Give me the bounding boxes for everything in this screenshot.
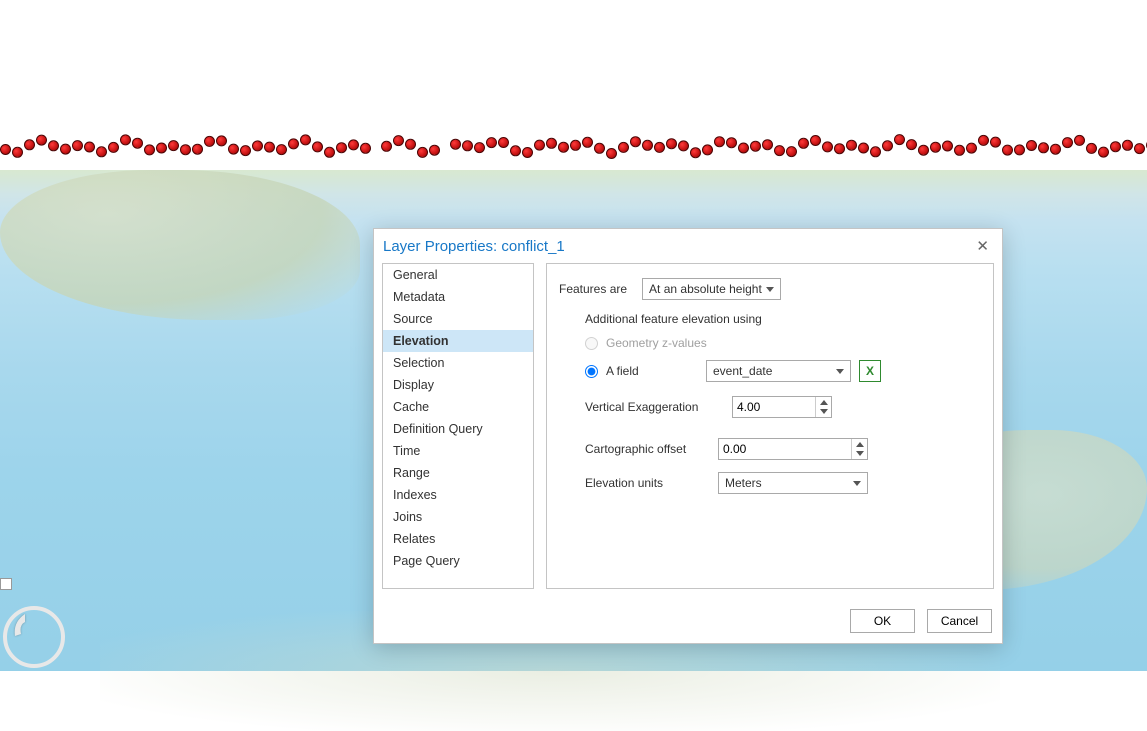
map-landmass xyxy=(0,170,360,320)
field-dropdown[interactable]: event_date xyxy=(706,360,851,382)
sidebar-item-source[interactable]: Source xyxy=(383,308,533,330)
geometry-z-values-radio xyxy=(585,337,598,350)
cartographic-offset-label: Cartographic offset xyxy=(585,442,703,456)
sidebar-item-indexes[interactable]: Indexes xyxy=(383,484,533,506)
features-are-dropdown[interactable]: At an absolute height xyxy=(642,278,781,300)
category-list[interactable]: GeneralMetadataSourceElevationSelectionD… xyxy=(382,263,534,589)
cartographic-offset-spinner[interactable] xyxy=(718,438,868,460)
geometry-z-values-radio-row: Geometry z-values xyxy=(585,336,981,350)
sidebar-item-page-query[interactable]: Page Query xyxy=(383,550,533,572)
features-are-value: At an absolute height xyxy=(649,282,762,296)
field-dropdown-value: event_date xyxy=(713,364,772,378)
sidebar-item-range[interactable]: Range xyxy=(383,462,533,484)
sidebar-item-cache[interactable]: Cache xyxy=(383,396,533,418)
geometry-z-values-label: Geometry z-values xyxy=(606,336,707,350)
sidebar-item-time[interactable]: Time xyxy=(383,440,533,462)
sidebar-item-joins[interactable]: Joins xyxy=(383,506,533,528)
vertical-exaggeration-label: Vertical Exaggeration xyxy=(585,400,717,414)
a-field-label: A field xyxy=(606,364,698,378)
spinner-arrows-icon[interactable] xyxy=(815,397,831,417)
a-field-radio[interactable] xyxy=(585,365,598,378)
a-field-radio-row[interactable]: A field event_date X xyxy=(585,360,981,382)
elevation-units-label: Elevation units xyxy=(585,476,703,490)
features-are-label: Features are xyxy=(559,282,627,296)
elevation-units-value: Meters xyxy=(725,476,762,490)
feature-points-strip xyxy=(0,128,1147,164)
elevation-panel: Features are At an absolute height Addit… xyxy=(546,263,994,589)
cartographic-offset-input[interactable] xyxy=(719,442,839,456)
sidebar-item-definition-query[interactable]: Definition Query xyxy=(383,418,533,440)
ok-button[interactable]: OK xyxy=(850,609,915,633)
spinner-arrows-icon[interactable] xyxy=(851,439,867,459)
view-handle[interactable] xyxy=(0,578,12,590)
sidebar-item-relates[interactable]: Relates xyxy=(383,528,533,550)
cancel-button[interactable]: Cancel xyxy=(927,609,992,633)
sidebar-item-general[interactable]: General xyxy=(383,264,533,286)
additional-elevation-header: Additional feature elevation using xyxy=(585,312,981,326)
sidebar-item-metadata[interactable]: Metadata xyxy=(383,286,533,308)
expression-icon: X xyxy=(866,364,874,378)
vertical-exaggeration-spinner[interactable] xyxy=(732,396,832,418)
sidebar-item-display[interactable]: Display xyxy=(383,374,533,396)
sidebar-item-elevation[interactable]: Elevation xyxy=(383,330,533,352)
dialog-title: Layer Properties: conflict_1 xyxy=(383,238,565,255)
vertical-exaggeration-input[interactable] xyxy=(733,400,805,414)
dialog-titlebar: Layer Properties: conflict_1 ✕ xyxy=(374,229,1002,263)
expression-builder-button[interactable]: X xyxy=(859,360,881,382)
navigator-compass[interactable] xyxy=(3,606,65,668)
layer-properties-dialog: Layer Properties: conflict_1 ✕ GeneralMe… xyxy=(373,228,1003,644)
sidebar-item-selection[interactable]: Selection xyxy=(383,352,533,374)
close-icon[interactable]: ✕ xyxy=(972,233,993,259)
elevation-units-dropdown[interactable]: Meters xyxy=(718,472,868,494)
